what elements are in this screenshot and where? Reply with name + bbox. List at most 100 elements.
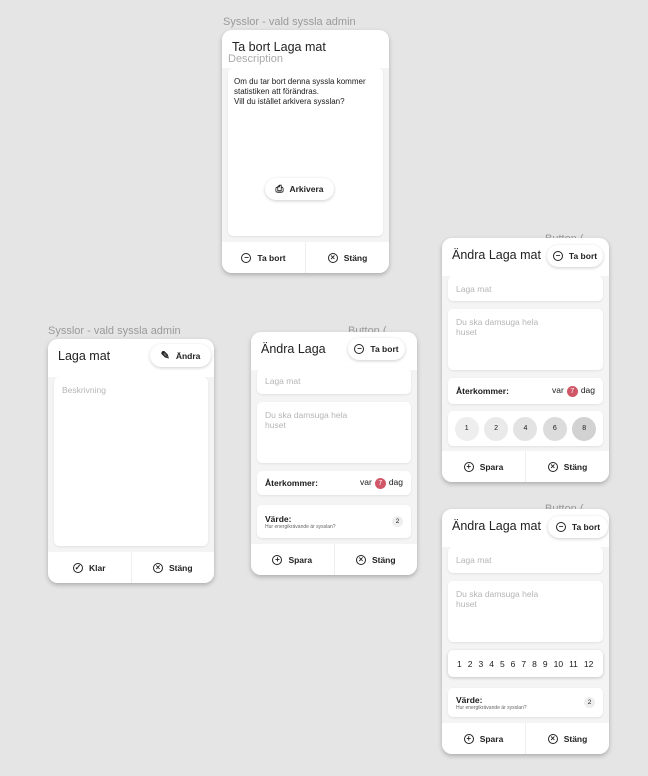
name-input[interactable]: Laga mat [448,276,603,301]
day-option[interactable]: 11 [569,659,578,669]
close-button[interactable]: × Stäng [333,544,418,575]
day-option[interactable]: 5 [500,659,505,669]
close-label: Stäng [371,554,396,565]
description-placeholder: Du ska damsuga hela huset [456,589,539,609]
description-input[interactable]: Du ska damsuga hela huset [448,581,603,642]
name-placeholder: Laga mat [456,555,492,565]
pencil-icon: ✎ [160,350,170,362]
value-hint: Hur energikrävande är sysslan? [456,704,527,711]
plus-circle-icon: + [463,733,474,744]
value-option[interactable]: 4 [513,416,538,441]
close-label: Stäng [168,562,193,573]
recurrence-label: Återkommer: [456,386,509,396]
archive-icon: ⎙ [275,183,284,195]
save-button[interactable]: + Spara [251,544,334,575]
delete-label: Ta bort [571,522,601,532]
delete-button[interactable]: − Ta bort [222,242,305,273]
recurrence-value-badge[interactable]: 7 [566,386,578,397]
day-option[interactable]: 9 [543,659,548,669]
value-option[interactable]: 8 [572,416,597,441]
day-option[interactable]: 6 [511,659,516,669]
recurrence-value-badge[interactable]: 7 [374,478,386,489]
day-option[interactable]: 2 [468,659,473,669]
description-placeholder: Du ska damsuga hela huset [456,317,539,337]
description-input[interactable]: Du ska damsuga hela huset [448,309,603,370]
day-option[interactable]: 12 [584,659,593,669]
close-circle-icon: × [152,562,163,573]
value-option[interactable]: 1 [454,416,479,441]
edit-label: Ändra [175,350,201,361]
edit-chore-card: Ändra Laga mat − Ta bort Laga mat Du ska … [442,238,609,482]
recurrence-unit: dag [580,385,595,395]
close-circle-icon: × [547,461,558,472]
day-option[interactable]: 7 [521,659,526,669]
edit-title: Ändra Laga mat [452,519,541,533]
value-row[interactable]: Värde: Hur energikrävande är sysslan? 2 [257,505,411,538]
edit-title: Ändra Laga mat [452,248,541,262]
recurrence-row[interactable]: Återkommer: var 7 dag [257,471,411,495]
save-label: Spara [288,554,313,565]
delete-button[interactable]: − Ta bort [348,338,405,360]
name-input[interactable]: Laga mat [448,547,603,573]
close-button[interactable]: × Stäng [525,451,609,482]
description-placeholder: Beskrivning [62,385,106,395]
minus-circle-icon: − [555,522,566,532]
value-option[interactable]: 6 [542,416,567,441]
close-circle-icon: × [547,733,558,744]
delete-button[interactable]: − Ta bort [547,245,603,267]
delete-button[interactable]: − Ta bort [548,516,608,538]
day-option[interactable]: 4 [489,659,494,669]
delete-label: Ta bort [568,251,598,261]
recurrence-unit: dag [388,477,403,487]
delete-dialog: Ta bort Laga mat Description Om du tar b… [222,30,389,273]
value-badge: 2 [584,697,595,708]
recurrence-prefix: var [360,477,372,487]
value-badge: 2 [392,516,403,527]
save-button[interactable]: + Spara [442,451,525,482]
value-row[interactable]: Värde: Hur energikrävande är sysslan? 2 [448,688,603,717]
day-option[interactable]: 1 [457,659,462,669]
close-label: Stäng [563,461,588,472]
edit-title: Ändra Laga [261,342,326,356]
name-placeholder: Laga mat [265,376,301,386]
archive-label: Arkivera [289,184,324,194]
close-circle-icon: × [355,554,366,565]
name-input[interactable]: Laga mat [257,368,411,394]
close-button[interactable]: × Stäng [130,552,215,583]
name-placeholder: Laga mat [456,284,492,294]
value-picker[interactable]: 1 2 4 6 8 [448,411,603,446]
edit-chore-card: Ändra Laga − Ta bort Laga mat Du ska dams… [251,332,417,575]
description-label: Description [228,53,284,65]
recurrence-row[interactable]: Återkommer: var 7 dag [448,378,603,404]
close-label: Stäng [343,252,368,263]
recurrence-label: Återkommer: [265,478,318,488]
minus-circle-icon: − [552,251,563,261]
plus-circle-icon: + [463,461,474,472]
value-label: Värde: [265,513,292,524]
description-placeholder: Du ska damsuga hela huset [265,410,348,430]
archive-button[interactable]: ⎙ Arkivera [265,178,334,200]
check-circle-icon: ✓ [72,562,83,573]
delete-label: Ta bort [370,344,399,354]
close-button[interactable]: × Stäng [305,242,389,273]
value-option[interactable]: 2 [484,416,509,441]
description-field[interactable]: Beskrivning [54,377,208,546]
day-option[interactable]: 3 [478,659,483,669]
value-label: Värde: [456,694,483,705]
close-button[interactable]: × Stäng [525,723,609,754]
done-label: Klar [88,562,106,573]
day-option[interactable]: 8 [532,659,537,669]
message-box: Om du tar bort denna syssla kommer stati… [228,68,383,236]
minus-circle-icon: − [241,252,252,263]
day-picker[interactable]: 1 2 3 4 5 6 7 8 9 10 11 12 [448,650,603,677]
day-option[interactable]: 10 [554,659,563,669]
minus-circle-icon: − [354,344,365,354]
frame-label: Sysslor - vald syssla admin [48,325,181,337]
close-label: Stäng [563,733,588,744]
message-text: Om du tar bort denna syssla kommer stati… [234,77,366,106]
edit-button[interactable]: ✎ Ändra [150,344,211,367]
done-button[interactable]: ✓ Klar [48,552,131,583]
save-label: Spara [479,733,504,744]
description-input[interactable]: Du ska damsuga hela huset [257,402,411,463]
save-button[interactable]: + Spara [442,723,525,754]
